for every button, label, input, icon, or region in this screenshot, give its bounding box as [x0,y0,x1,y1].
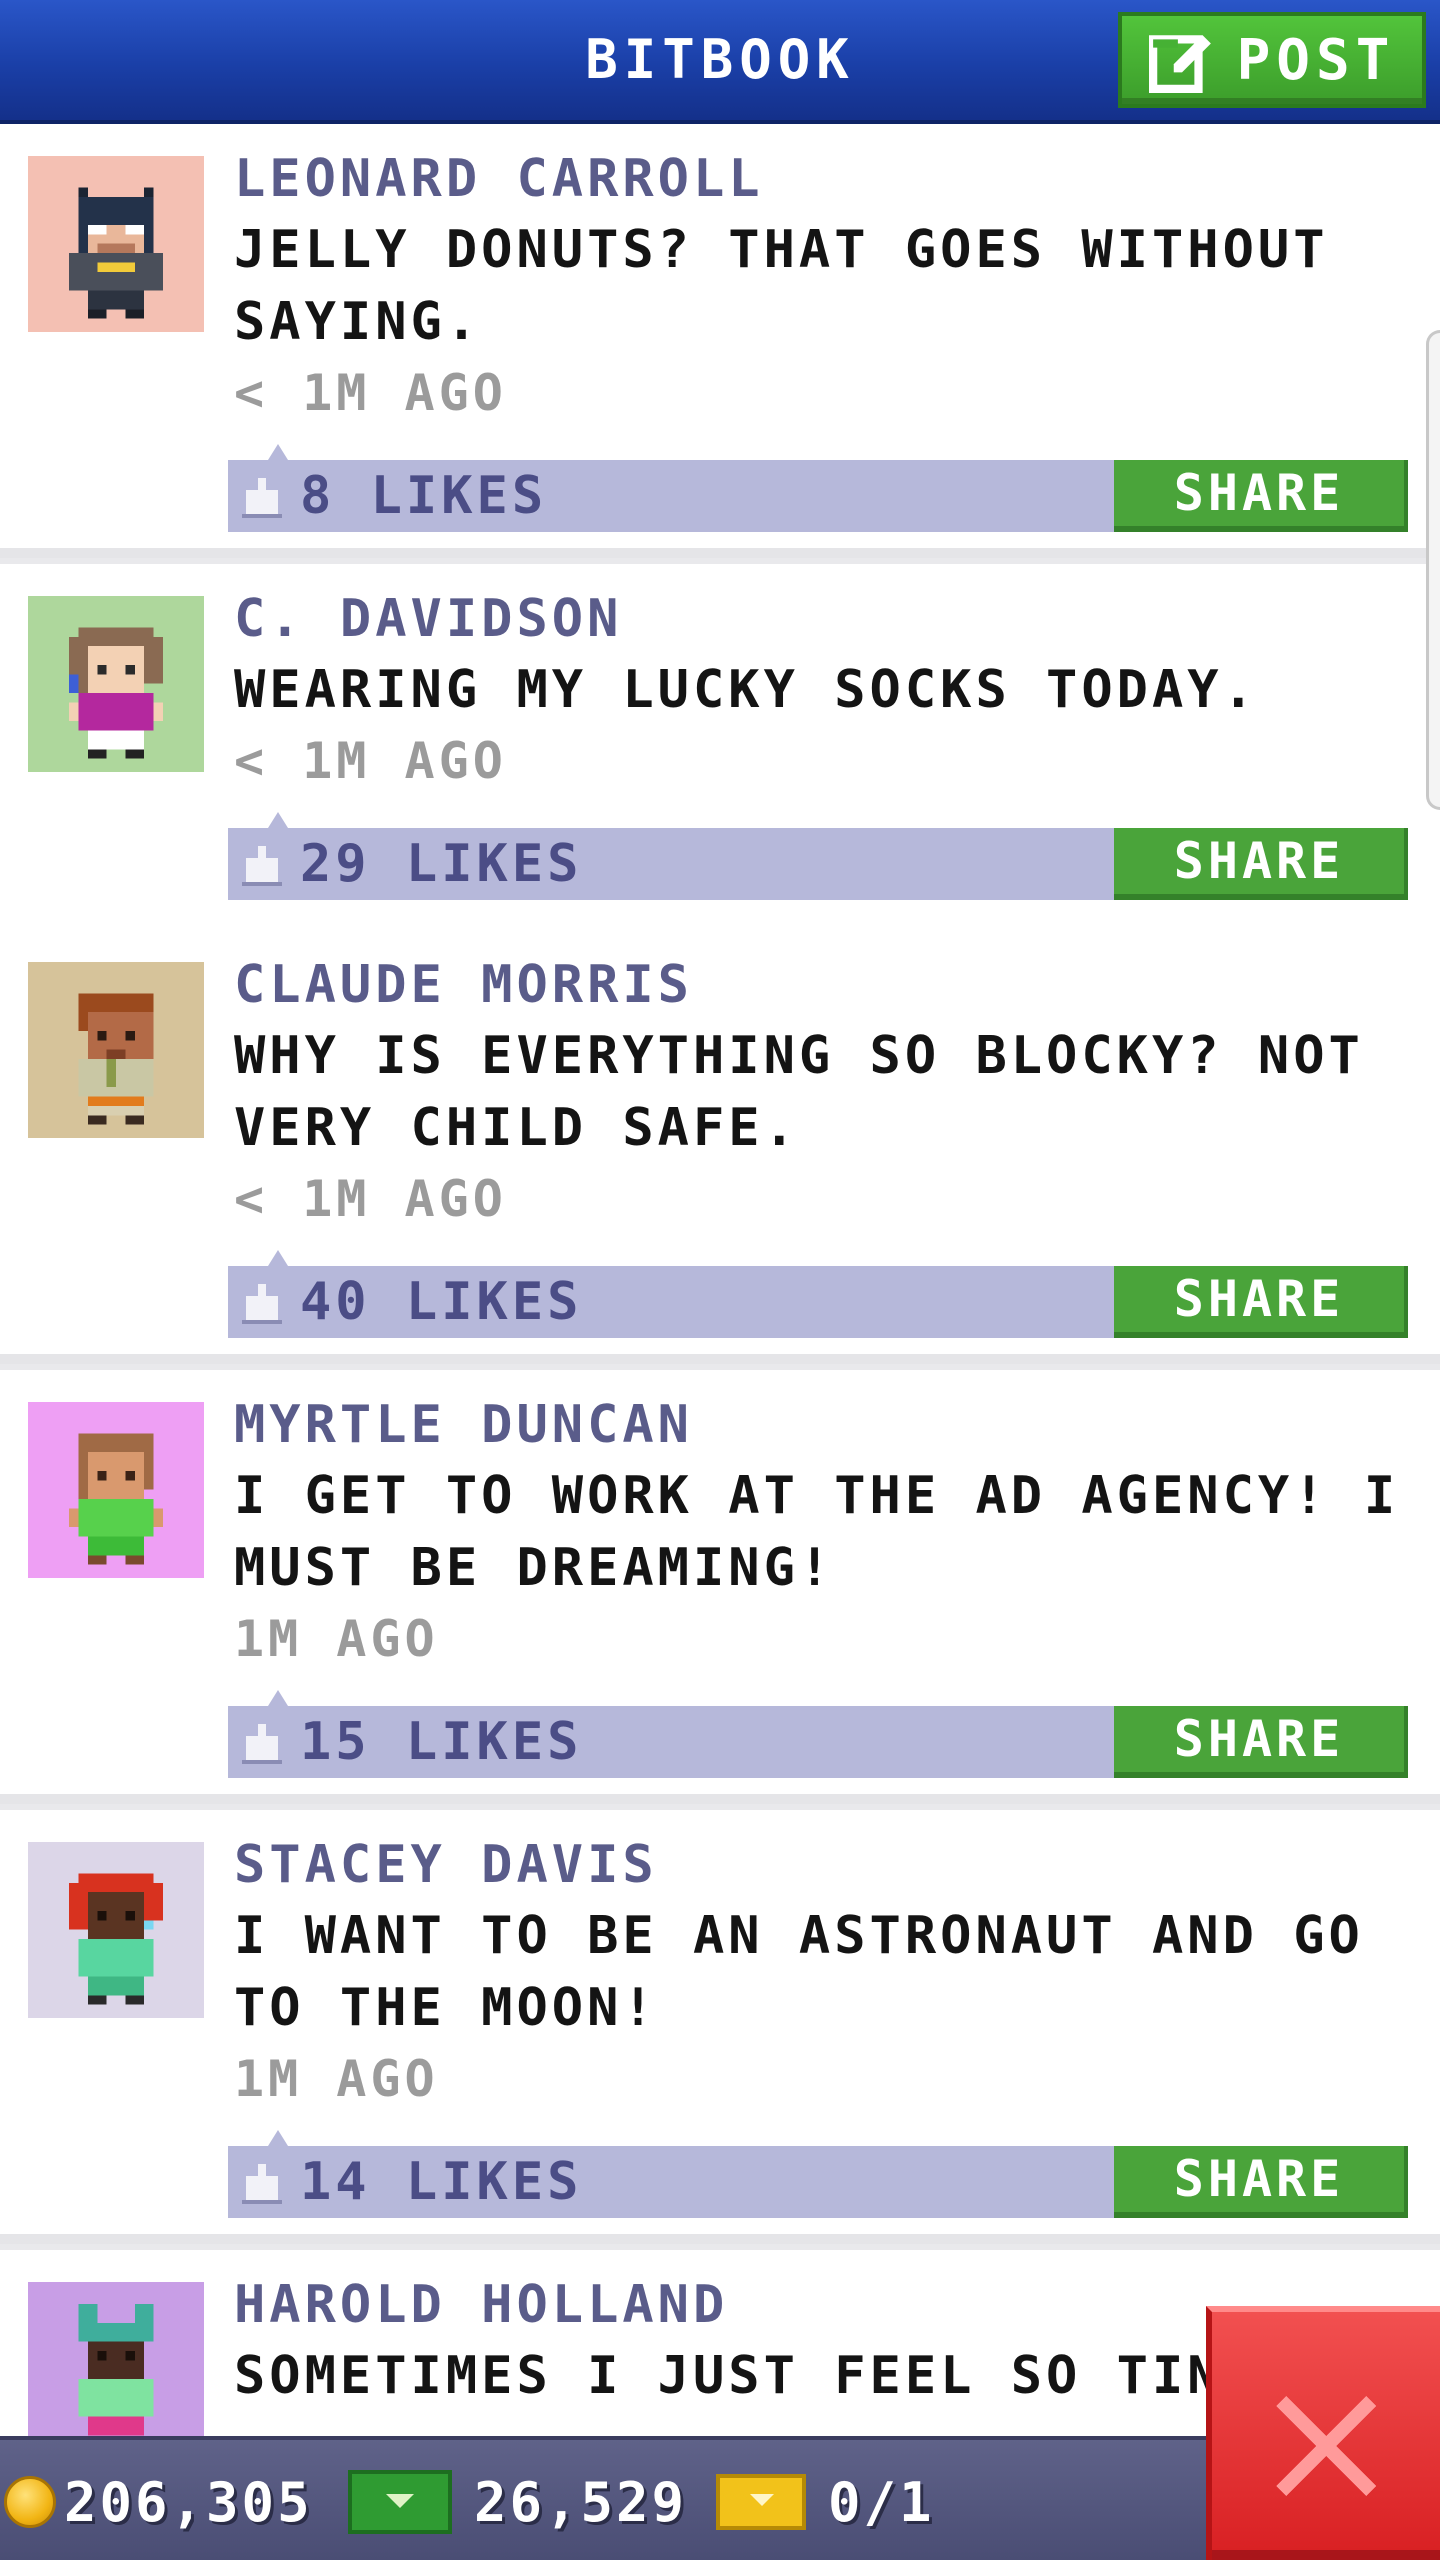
post-message: WHY IS EVERYTHING SO BLOCKY? NOT VERY CH… [234,1026,1364,1158]
close-icon [1276,2396,1376,2496]
bux-stat[interactable]: 26,529 [348,2440,687,2560]
like-icon[interactable] [242,1724,282,1764]
likes-count: 15 LIKES [300,1712,583,1772]
feed-list[interactable]: LEONARD CARROLL JELLY DONUTS? THAT GOES … [0,124,1440,2436]
close-button[interactable] [1206,2306,1440,2560]
post-timestamp: 1M AGO [234,1610,439,1668]
likes-bar: 8 LIKES SHARE [228,444,1408,532]
bitbook-screen: BITBOOK POST LEONARD CARROLL JELLY DONUT… [0,0,1440,2560]
post-author[interactable]: C. DAVIDSON [234,584,622,654]
likes-bar: 15 LIKES SHARE [228,1690,1408,1778]
share-button[interactable]: SHARE [1114,460,1408,532]
coins-value: 206,305 [64,2470,313,2534]
post-button[interactable]: POST [1118,12,1426,108]
share-button[interactable]: SHARE [1114,1706,1408,1778]
post-message: I WANT TO BE AN ASTRONAUT AND GO TO THE … [234,1906,1364,2038]
scrollbar[interactable] [1426,330,1440,810]
post-author[interactable]: CLAUDE MORRIS [234,950,693,1020]
likes-bar: 14 LIKES SHARE [228,2130,1408,2218]
woman-avatar [28,596,204,772]
like-icon[interactable] [242,1284,282,1324]
likes-count: 29 LIKES [300,834,583,894]
likes-count: 14 LIKES [300,2152,583,2212]
likes-bar: 40 LIKES SHARE [228,1250,1408,1338]
like-icon[interactable] [242,846,282,886]
post-message: JELLY DONUTS? THAT GOES WITHOUT SAYING. [234,220,1329,352]
post-author[interactable]: LEONARD CARROLL [234,144,764,214]
tickets-value: 0/1 [828,2470,935,2534]
woman-avatar [28,1402,204,1578]
post-message: WEARING MY LUCKY SOCKS TODAY. [234,660,1258,720]
header-bar: BITBOOK POST [0,0,1440,124]
man-avatar [28,962,204,1138]
post-timestamp: < 1M AGO [234,1170,507,1228]
post-author[interactable]: HAROLD HOLLAND [234,2270,728,2340]
share-button[interactable]: SHARE [1114,2146,1408,2218]
post-author[interactable]: MYRTLE DUNCAN [234,1390,693,1460]
post-author[interactable]: STACEY DAVIS [234,1830,658,1900]
post-timestamp: 1M AGO [234,2050,439,2108]
ticket-icon [716,2474,806,2530]
bux-icon [348,2470,452,2534]
masked-hero-avatar [28,156,204,332]
feed-item: LEONARD CARROLL JELLY DONUTS? THAT GOES … [0,124,1440,558]
feed-item: STACEY DAVIS I WANT TO BE AN ASTRONAUT A… [0,1810,1440,2244]
feed-item: CLAUDE MORRIS WHY IS EVERYTHING SO BLOCK… [0,930,1440,1364]
post-message: I GET TO WORK AT THE AD AGENCY! I MUST B… [234,1466,1400,1598]
post-timestamp: < 1M AGO [234,364,507,422]
tickets-stat[interactable]: 0/1 [716,2440,935,2560]
compose-icon [1148,35,1211,93]
likes-count: 40 LIKES [300,1272,583,1332]
coins-stat: 206,305 [4,2440,313,2560]
share-button[interactable]: SHARE [1114,828,1408,900]
likes-bar: 29 LIKES SHARE [228,812,1408,900]
bux-value: 26,529 [474,2470,688,2534]
feed-item: MYRTLE DUNCAN I GET TO WORK AT THE AD AG… [0,1370,1440,1804]
costume-avatar [28,2282,204,2436]
share-button[interactable]: SHARE [1114,1266,1408,1338]
girl-avatar [28,1842,204,2018]
coin-icon [4,2476,56,2528]
post-button-label: POST [1236,27,1396,93]
like-icon[interactable] [242,2164,282,2204]
like-icon[interactable] [242,478,282,518]
likes-count: 8 LIKES [300,466,548,526]
post-timestamp: < 1M AGO [234,732,507,790]
